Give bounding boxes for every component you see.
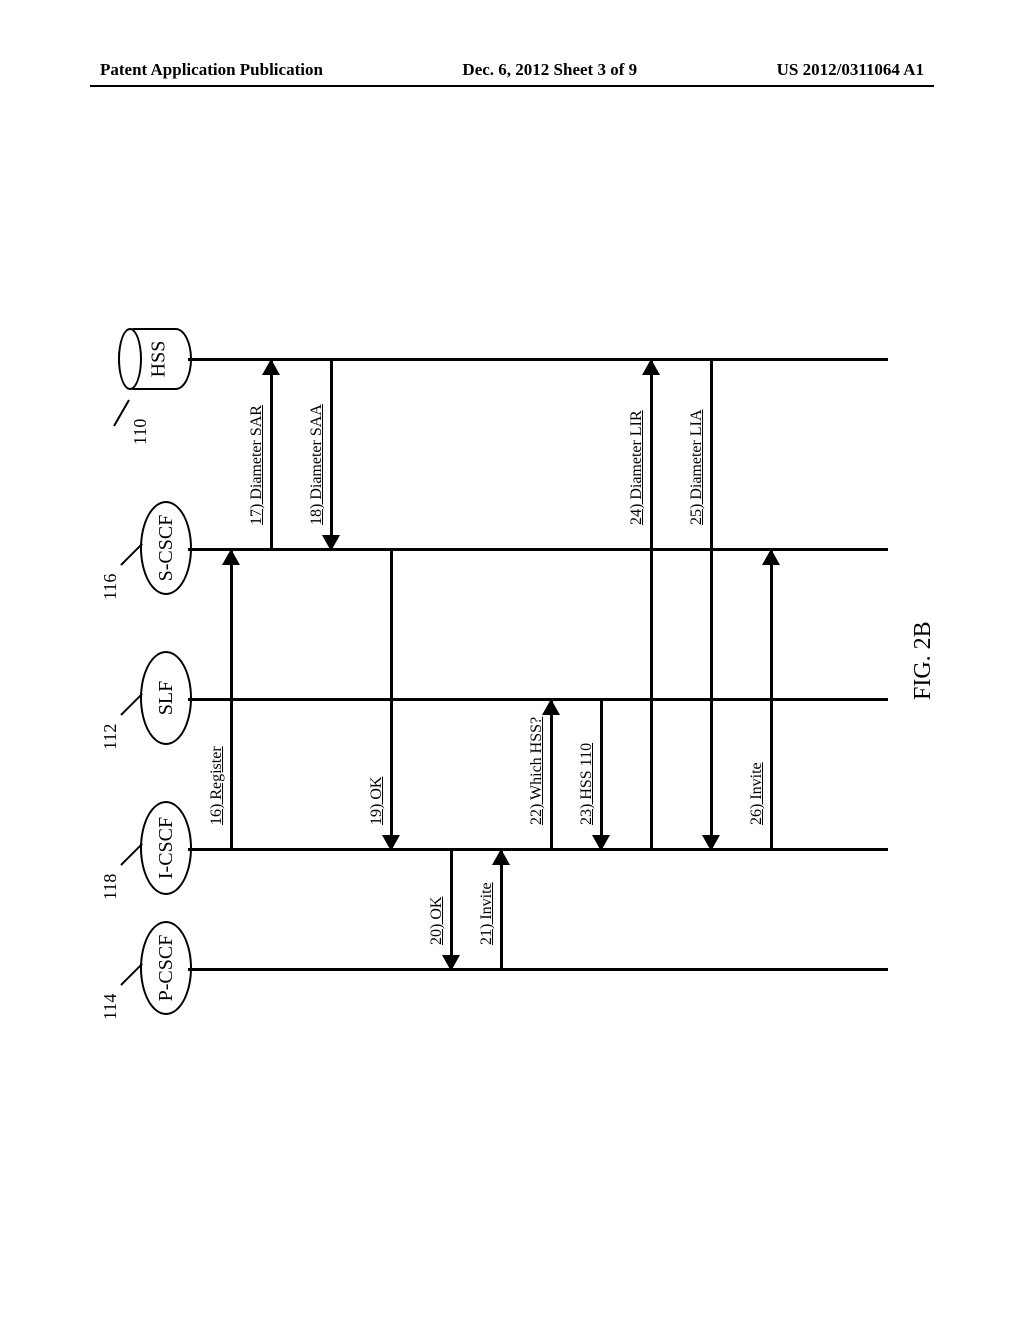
header-divider (90, 85, 934, 87)
arrow-m17 (270, 360, 273, 550)
pcscf-label: P-CSCF (155, 935, 178, 1002)
arrowhead-right-icon (492, 849, 510, 865)
arrow-m24 (650, 360, 653, 850)
label-m20: 20) OK (428, 897, 446, 945)
label-m18: 18) Diameter SAA (308, 404, 326, 525)
page-header: Patent Application Publication Dec. 6, 2… (0, 60, 1024, 80)
header-right: US 2012/0311064 A1 (777, 60, 924, 80)
arrowhead-left-icon (442, 955, 460, 971)
label-m16: 16) Register (208, 746, 226, 825)
ref-pcscf: 114 (100, 994, 121, 1020)
label-m26: 26) Invite (748, 762, 766, 825)
arrowhead-right-icon (542, 699, 560, 715)
arrow-m18 (330, 360, 333, 550)
arrow-m20 (450, 850, 453, 970)
label-m19: 19) OK (368, 777, 386, 825)
arrow-m26 (770, 550, 773, 850)
arrowhead-left-icon (322, 535, 340, 551)
arrowhead-right-icon (222, 549, 240, 565)
slf-label: SLF (155, 681, 178, 715)
ref-slf: 112 (100, 724, 121, 750)
arrow-m16 (230, 550, 233, 850)
arrowhead-right-icon (762, 549, 780, 565)
lifeline-hss (188, 359, 888, 362)
arrowhead-left-icon (702, 835, 720, 851)
node-scscf: S-CSCF (140, 501, 192, 595)
header-center: Dec. 6, 2012 Sheet 3 of 9 (462, 60, 637, 80)
hss-label: HSS (147, 341, 170, 378)
lifeline-icscf (188, 849, 888, 852)
label-m21: 21) Invite (478, 882, 496, 945)
lifeline-scscf (188, 549, 888, 552)
arrow-m23 (600, 700, 603, 850)
lifeline-slf (188, 699, 888, 702)
arrow-m19 (390, 550, 393, 850)
node-pcscf: P-CSCF (140, 921, 192, 1015)
label-m25: 25) Diameter LIA (688, 409, 706, 525)
arrowhead-right-icon (262, 359, 280, 375)
label-m17: 17) Diameter SAR (248, 405, 266, 525)
node-icscf: I-CSCF (140, 801, 192, 895)
header-left: Patent Application Publication (100, 60, 323, 80)
arrowhead-left-icon (592, 835, 610, 851)
arrow-m22 (550, 700, 553, 850)
label-m22: 22) Which HSS? (528, 717, 546, 825)
lifeline-pcscf (188, 969, 888, 972)
scscf-label: S-CSCF (155, 515, 178, 582)
ref-icscf: 118 (100, 874, 121, 900)
arrow-m25 (710, 360, 713, 850)
ref-hss: 110 (130, 419, 151, 445)
ref-scscf: 116 (100, 574, 121, 600)
sequence-diagram: P-CSCF 114 I-CSCF 118 SLF 112 S-CSCF 116… (130, 280, 930, 1000)
arrowhead-left-icon (382, 835, 400, 851)
label-m23: 23) HSS 110 (578, 743, 596, 825)
figure-label: FIG. 2B (910, 621, 937, 700)
node-slf: SLF (140, 651, 192, 745)
ref-line-hss (113, 400, 130, 427)
icscf-label: I-CSCF (155, 817, 178, 879)
arrowhead-right-icon (642, 359, 660, 375)
arrow-m21 (500, 850, 503, 970)
node-hss: HSS (118, 328, 192, 390)
label-m24: 24) Diameter LIR (628, 410, 646, 525)
